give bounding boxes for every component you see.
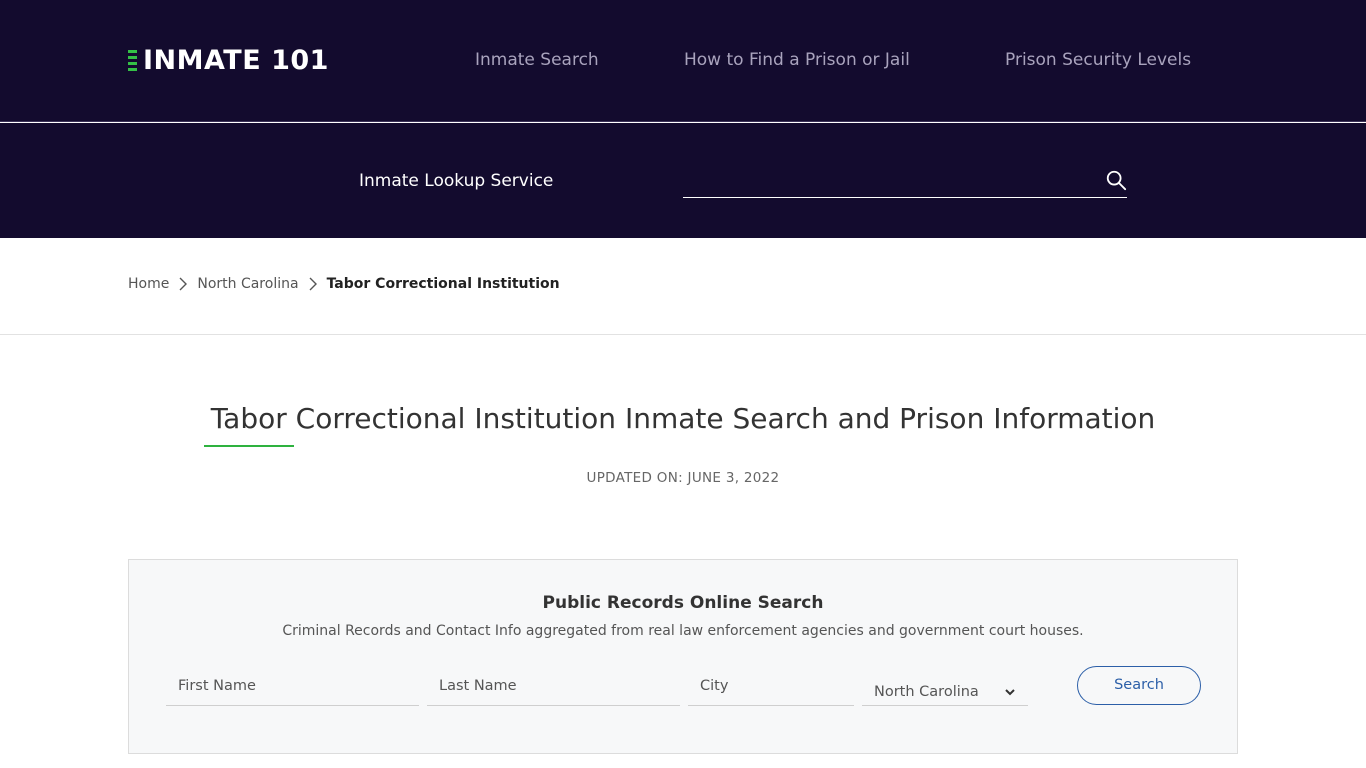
nav-security-levels[interactable]: Prison Security Levels <box>1005 50 1191 70</box>
breadcrumb: Home North Carolina Tabor Correctional I… <box>128 276 560 292</box>
site-search <box>683 165 1127 198</box>
state-select[interactable]: North Carolina <box>862 666 1028 706</box>
top-navigation-bar: INMATE 101 Inmate Search How to Find a P… <box>0 0 1366 122</box>
city-input[interactable] <box>700 678 842 694</box>
first-name-field <box>166 666 419 706</box>
site-logo[interactable]: INMATE 101 <box>128 45 329 76</box>
last-name-input[interactable] <box>439 678 668 694</box>
card-title: Public Records Online Search <box>542 593 824 613</box>
city-field <box>688 666 854 706</box>
breadcrumb-current: Tabor Correctional Institution <box>326 276 560 292</box>
breadcrumb-north-carolina[interactable]: North Carolina <box>197 276 298 292</box>
lookup-bar: Inmate Lookup Service <box>0 123 1366 238</box>
search-icon[interactable] <box>1105 169 1127 191</box>
logo-bars-icon <box>128 50 137 71</box>
search-button[interactable]: Search <box>1077 666 1201 705</box>
nav-inmate-search[interactable]: Inmate Search <box>475 50 599 70</box>
updated-date: UPDATED ON: JUNE 3, 2022 <box>586 470 780 486</box>
last-name-field <box>427 666 680 706</box>
chevron-right-icon <box>309 277 317 291</box>
public-records-search-card: Public Records Online Search Criminal Re… <box>128 559 1238 754</box>
first-name-input[interactable] <box>178 678 407 694</box>
chevron-down-icon <box>1005 688 1015 695</box>
lookup-service-label: Inmate Lookup Service <box>359 171 554 191</box>
breadcrumb-home[interactable]: Home <box>128 276 169 292</box>
state-selected-value: North Carolina <box>874 683 979 700</box>
title-accent-underline <box>204 445 294 447</box>
chevron-right-icon <box>179 277 188 291</box>
section-divider <box>0 334 1366 335</box>
card-subtitle: Criminal Records and Contact Info aggreg… <box>282 623 1084 639</box>
site-search-input[interactable] <box>683 165 1083 195</box>
nav-find-prison[interactable]: How to Find a Prison or Jail <box>684 50 910 70</box>
logo-text: INMATE 101 <box>143 45 329 76</box>
page-title: Tabor Correctional Institution Inmate Se… <box>210 402 1156 435</box>
